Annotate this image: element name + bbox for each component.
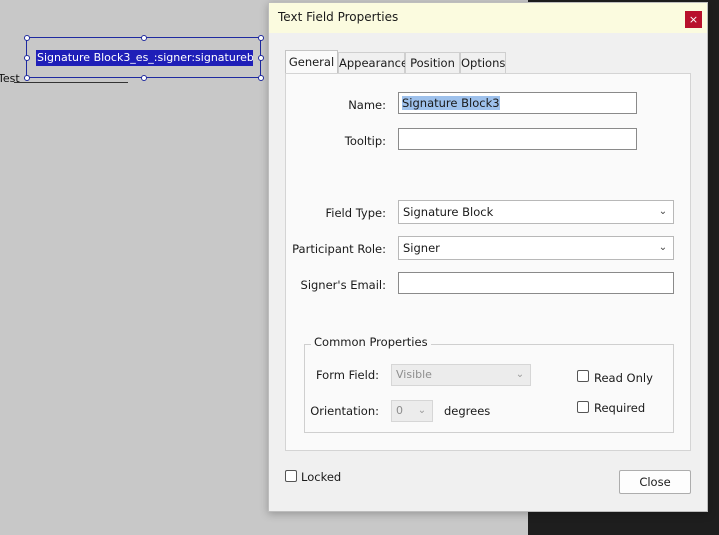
signer-email-field[interactable] (398, 272, 674, 294)
signer-email-label: Signer's Email: (300, 278, 386, 292)
orientation-value: 0 (396, 404, 403, 417)
tab-appearance[interactable]: Appearance (338, 52, 408, 73)
general-tab-panel: Name: Signature Block3 Tooltip: Field Ty… (285, 73, 691, 451)
field-type-dropdown[interactable]: Signature Block ⌄ (398, 200, 674, 224)
field-type-label: Field Type: (325, 206, 387, 220)
locked-checkbox[interactable] (285, 470, 297, 482)
read-only-checkbox[interactable] (577, 370, 589, 382)
resize-handle-bottom-left[interactable] (24, 75, 30, 81)
close-button[interactable]: Close (619, 470, 691, 494)
participant-role-dropdown[interactable]: Signer ⌄ (398, 236, 674, 260)
form-field-label: Form Field: (315, 368, 379, 382)
name-field-value: Signature Block3 (402, 96, 500, 110)
resize-handle-middle-right[interactable] (258, 55, 264, 61)
document-underline (14, 82, 128, 83)
orientation-label: Orientation: (310, 404, 379, 418)
common-properties-group: Common Properties Form Field: Visible ⌄ … (304, 335, 674, 433)
tab-position[interactable]: Position (405, 52, 460, 73)
resize-handle-bottom-right[interactable] (258, 75, 264, 81)
resize-handle-top-left[interactable] (24, 35, 30, 41)
name-field[interactable]: Signature Block3 (398, 92, 637, 114)
orientation-unit: degrees (444, 404, 491, 418)
signature-field-box[interactable]: Signature Block3_es_:signer:signatureblo… (24, 35, 264, 81)
tab-general[interactable]: General (285, 50, 338, 73)
name-label: Name: (348, 98, 386, 112)
resize-handle-top-middle[interactable] (141, 35, 147, 41)
form-field-dropdown: Visible ⌄ (391, 364, 531, 386)
dialog-title-bar[interactable]: Text Field Properties × (269, 3, 707, 33)
required-label[interactable]: Required (594, 401, 645, 415)
required-checkbox[interactable] (577, 401, 589, 413)
dialog-title: Text Field Properties (278, 10, 399, 24)
participant-role-value: Signer (403, 241, 440, 255)
common-properties-legend: Common Properties (311, 335, 431, 349)
chevron-down-icon: ⌄ (417, 405, 427, 416)
signature-field-label: Signature Block3_es_:signer:signatureblo… (36, 50, 253, 66)
read-only-label[interactable]: Read Only (594, 371, 653, 385)
text-field-properties-dialog: Text Field Properties × General Appearan… (268, 2, 708, 512)
tooltip-field[interactable] (398, 128, 637, 150)
orientation-dropdown: 0 ⌄ (391, 400, 433, 422)
form-field-value: Visible (396, 368, 432, 381)
resize-handle-top-right[interactable] (258, 35, 264, 41)
tab-options[interactable]: Options (460, 52, 506, 73)
chevron-down-icon: ⌄ (658, 206, 668, 217)
chevron-down-icon: ⌄ (515, 369, 525, 380)
participant-role-label: Participant Role: (292, 242, 386, 256)
close-icon[interactable]: × (685, 11, 702, 28)
field-type-value: Signature Block (403, 205, 494, 219)
tooltip-label: Tooltip: (344, 134, 386, 148)
document-text: Test (0, 72, 20, 85)
resize-handle-middle-left[interactable] (24, 55, 30, 61)
chevron-down-icon: ⌄ (658, 242, 668, 253)
locked-label[interactable]: Locked (301, 470, 341, 484)
resize-handle-bottom-middle[interactable] (141, 75, 147, 81)
